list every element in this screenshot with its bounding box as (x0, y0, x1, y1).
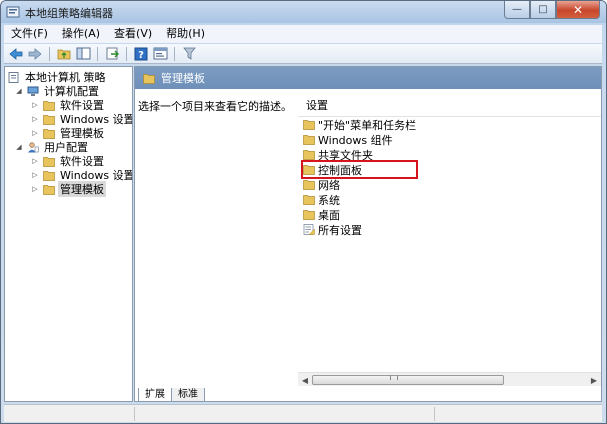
details-header-title: 管理模板 (161, 72, 205, 85)
details-pane: 管理模板 选择一个项目来查看它的描述。 设置 "开始"菜单和任务栏 Windows… (134, 66, 602, 402)
computer-policy-icon (8, 71, 19, 83)
setting-item[interactable]: Windows 组件 (303, 132, 416, 147)
setting-item-label: Windows 组件 (318, 133, 393, 147)
setting-item[interactable]: 系统 (303, 192, 416, 207)
menu-action[interactable]: 操作(A) (55, 25, 107, 43)
tree-node-cc-windows[interactable]: ▷ Windows 设置 (31, 112, 132, 126)
folder-icon (143, 73, 155, 84)
toolbar-separator (126, 46, 127, 61)
expand-arrow-icon[interactable]: ▷ (31, 129, 39, 137)
column-header-setting[interactable]: 设置 (298, 95, 601, 117)
setting-item-label: 所有设置 (318, 223, 362, 237)
menu-help[interactable]: 帮助(H) (159, 25, 212, 43)
setting-item[interactable]: 桌面 (303, 207, 416, 222)
expand-arrow-icon[interactable]: ▷ (31, 185, 39, 193)
expand-arrow-icon[interactable]: ▷ (31, 171, 39, 179)
folder-icon (303, 150, 315, 160)
collapse-arrow-icon[interactable]: ◢ (15, 143, 23, 151)
scrollbar-grip (390, 375, 398, 380)
svg-text:?: ? (138, 50, 144, 61)
folder-icon (43, 156, 55, 167)
setting-item-label: 桌面 (318, 208, 340, 222)
setting-item[interactable]: "开始"菜单和任务栏 (303, 117, 416, 132)
folder-icon (303, 210, 315, 220)
show-hide-tree-icon[interactable] (75, 46, 91, 62)
filter-icon[interactable] (181, 46, 197, 62)
tab-standard[interactable]: 标准 (171, 388, 205, 401)
minimize-button[interactable]: — (504, 1, 530, 19)
details-header: 管理模板 (135, 67, 601, 89)
toolbar-separator (49, 46, 50, 61)
app-window: 本地组策略编辑器 — □ ✕ 文件(F) 操作(A) 查看(V) 帮助(H) ?… (0, 0, 607, 424)
tree-label: 管理模板 (58, 181, 106, 197)
folder-icon (303, 195, 315, 205)
folder-icon (303, 165, 315, 175)
up-folder-icon[interactable] (56, 46, 72, 62)
help-icon[interactable]: ? (133, 46, 149, 62)
maximize-button[interactable]: □ (530, 1, 556, 19)
computer-icon (27, 86, 39, 96)
status-bar (4, 404, 602, 422)
setting-item[interactable]: 网络 (303, 177, 416, 192)
status-cell (434, 407, 602, 421)
console-tree: 本地计算机 策略 ◢ 计算机配置 ▷ 软件设置 ▷ Windows 设置 ▷ 管… (4, 66, 133, 402)
view-tabs: 扩展 标准 (135, 388, 601, 401)
status-cell (134, 407, 434, 421)
folder-icon (303, 120, 315, 130)
user-icon (28, 141, 39, 152)
forward-icon[interactable] (27, 46, 43, 62)
folder-icon (43, 100, 55, 111)
tree-node-root[interactable]: 本地计算机 策略 (8, 70, 108, 84)
tree-node-uc-admin-templates[interactable]: ▷ 管理模板 (31, 181, 106, 197)
tab-extended[interactable]: 扩展 (138, 388, 172, 401)
folder-icon (43, 184, 55, 195)
tree-node-cc-software[interactable]: ▷ 软件设置 (31, 98, 106, 112)
toolbar-separator (97, 46, 98, 61)
horizontal-scrollbar[interactable]: ◀ ▶ (298, 372, 601, 386)
folder-icon (43, 128, 55, 139)
tree-node-user-config[interactable]: ◢ 用户配置 (15, 140, 90, 154)
collapse-arrow-icon[interactable]: ◢ (15, 87, 23, 95)
menu-view[interactable]: 查看(V) (107, 25, 159, 43)
title-bar[interactable]: 本地组策略编辑器 — □ ✕ (1, 1, 606, 23)
folder-icon (303, 180, 315, 190)
toolbar: ? (4, 44, 602, 64)
all-settings-icon (303, 224, 315, 235)
setting-item-label: 共享文件夹 (318, 148, 373, 162)
properties-icon[interactable] (152, 46, 168, 62)
menu-bar: 文件(F) 操作(A) 查看(V) 帮助(H) (4, 25, 602, 43)
policy-editor-icon (6, 6, 20, 18)
scroll-right-icon[interactable]: ▶ (587, 373, 601, 387)
export-list-icon[interactable] (104, 46, 120, 62)
description-text: 选择一个项目来查看它的描述。 (138, 100, 292, 113)
setting-item[interactable]: 控制面板 (300, 160, 419, 179)
expand-arrow-icon[interactable]: ▷ (31, 101, 39, 109)
settings-list: "开始"菜单和任务栏 Windows 组件 共享文件夹 控制面板 网络 系统 桌面 所有设置 (300, 117, 419, 237)
setting-item[interactable]: 所有设置 (303, 222, 416, 237)
tree-node-cc-admin-templates[interactable]: ▷ 管理模板 (31, 126, 106, 140)
folder-icon (303, 135, 315, 145)
caption-buttons: — □ ✕ (504, 1, 600, 19)
folder-icon (43, 114, 55, 125)
setting-item-label: 系统 (318, 193, 340, 207)
tree-node-uc-software[interactable]: ▷ 软件设置 (31, 154, 106, 168)
setting-item-label: 控制面板 (318, 163, 362, 177)
scrollbar-thumb[interactable] (312, 375, 504, 385)
tree-node-uc-windows[interactable]: ▷ Windows 设置 (31, 168, 132, 182)
setting-item-label: "开始"菜单和任务栏 (318, 118, 417, 132)
tree-node-computer-config[interactable]: ◢ 计算机配置 (15, 84, 101, 98)
menu-file[interactable]: 文件(F) (4, 25, 55, 43)
folder-icon (43, 170, 55, 181)
close-button[interactable]: ✕ (556, 1, 600, 19)
expand-arrow-icon[interactable]: ▷ (31, 157, 39, 165)
scroll-left-icon[interactable]: ◀ (298, 373, 312, 387)
setting-item-label: 网络 (318, 178, 340, 192)
back-icon[interactable] (8, 46, 24, 62)
window-title: 本地组策略编辑器 (25, 7, 113, 20)
toolbar-separator (174, 46, 175, 61)
setting-item[interactable]: 共享文件夹 (303, 147, 416, 162)
expand-arrow-icon[interactable]: ▷ (31, 115, 39, 123)
